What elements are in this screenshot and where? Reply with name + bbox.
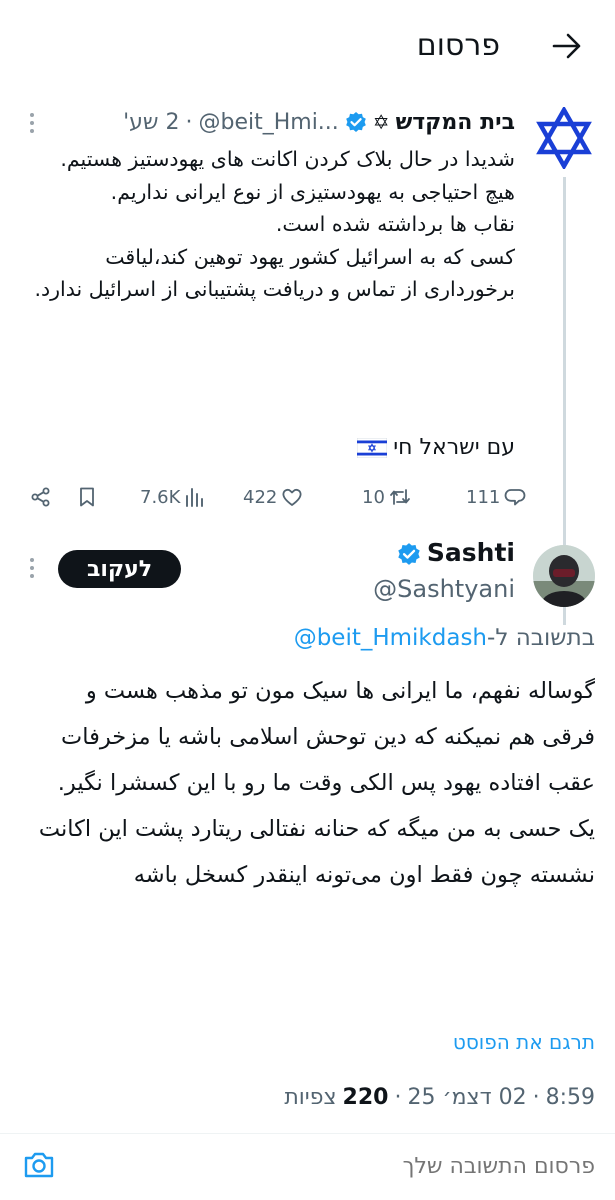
translate-post-link[interactable]: תרגם את הפוסט	[453, 1030, 595, 1054]
like-button[interactable]: 422	[243, 479, 303, 515]
post-meta: 8:59 · 02 דצמ׳ 25 · 220 צפיות	[284, 1085, 595, 1110]
camera-icon[interactable]	[22, 1148, 56, 1182]
bookmark-icon	[80, 487, 94, 507]
like-count: 422	[243, 486, 278, 508]
separator-dot: ·	[394, 1085, 402, 1110]
heart-icon	[282, 488, 302, 506]
views-label: צפיות	[284, 1085, 337, 1110]
verified-badge-icon	[345, 111, 367, 133]
parent-post-text: شدیدا در حال بلاک کردن اکانت های یهودستی…	[34, 147, 516, 301]
closing-line-text: עם ישראל חי	[393, 435, 515, 460]
reply-display-name[interactable]: Sashti	[427, 538, 515, 567]
views-chart-icon	[186, 488, 204, 507]
parent-time[interactable]: 2 שע'	[123, 110, 179, 135]
replying-to-line: בתשובה ל-@beit_Hmikdash	[294, 625, 595, 651]
speech-bubble-icon	[504, 489, 526, 506]
reply-handle[interactable]: @Sashtyani	[373, 575, 515, 603]
replying-to-prefix: בתשובה ל-	[487, 625, 595, 651]
reply-name-row: Sashti	[398, 538, 515, 567]
share-button[interactable]	[30, 479, 52, 515]
more-options-icon[interactable]	[30, 113, 34, 137]
views-count[interactable]: 220	[343, 1085, 389, 1110]
parent-post[interactable]: בית המקדש ✡ @beit_Hmi... · 2 שע' شدیدا د…	[0, 95, 615, 625]
reply-compose-bar	[0, 1134, 615, 1200]
follow-button[interactable]: לעקוב	[58, 550, 181, 588]
views-count: 7.6K	[140, 486, 181, 508]
share-icon	[31, 487, 50, 507]
reply-input[interactable]	[75, 1146, 595, 1186]
reply-post: Sashti @Sashtyani לעקוב בתשובה ל-@beit_H…	[0, 530, 615, 1090]
parent-display-name[interactable]: בית המקדש	[396, 110, 515, 135]
arrow-right-icon[interactable]	[551, 30, 583, 62]
user-avatar[interactable]	[533, 545, 595, 607]
page-title: פרסום	[416, 28, 500, 63]
parent-action-bar: 7.6K 422 10 111	[0, 479, 615, 515]
repost-count: 10	[362, 486, 385, 508]
parent-handle[interactable]: @beit_Hmi...	[198, 110, 338, 135]
israel-flag-icon	[356, 437, 388, 458]
separator-dot: ·	[185, 109, 193, 135]
repost-button[interactable]: 10	[362, 479, 411, 515]
views-stat[interactable]: 7.6K	[140, 479, 206, 515]
reply-button[interactable]: 111	[466, 479, 526, 515]
post-date[interactable]: 02 דצמ׳ 25	[407, 1085, 526, 1110]
replying-to-mention[interactable]: @beit_Hmikdash	[294, 625, 487, 651]
more-options-icon[interactable]	[30, 558, 34, 582]
verified-badge-icon	[398, 542, 421, 565]
star-of-david-emoji: ✡	[372, 110, 390, 134]
parent-closing-line: עם ישראל חי	[356, 435, 515, 460]
post-time[interactable]: 8:59	[546, 1085, 595, 1110]
reply-post-text: گوساله نفهم، ما ایرانی ها سیک مون تو مذه…	[38, 678, 595, 888]
bookmark-button[interactable]	[76, 479, 98, 515]
reply-count: 111	[466, 486, 501, 508]
top-bar: פרסום	[0, 0, 615, 95]
repost-icon	[390, 489, 410, 505]
parent-post-header: בית המקדש ✡ @beit_Hmi... · 2 שע'	[15, 105, 515, 139]
separator-dot: ·	[532, 1085, 540, 1110]
star-of-david-avatar[interactable]	[533, 105, 595, 171]
